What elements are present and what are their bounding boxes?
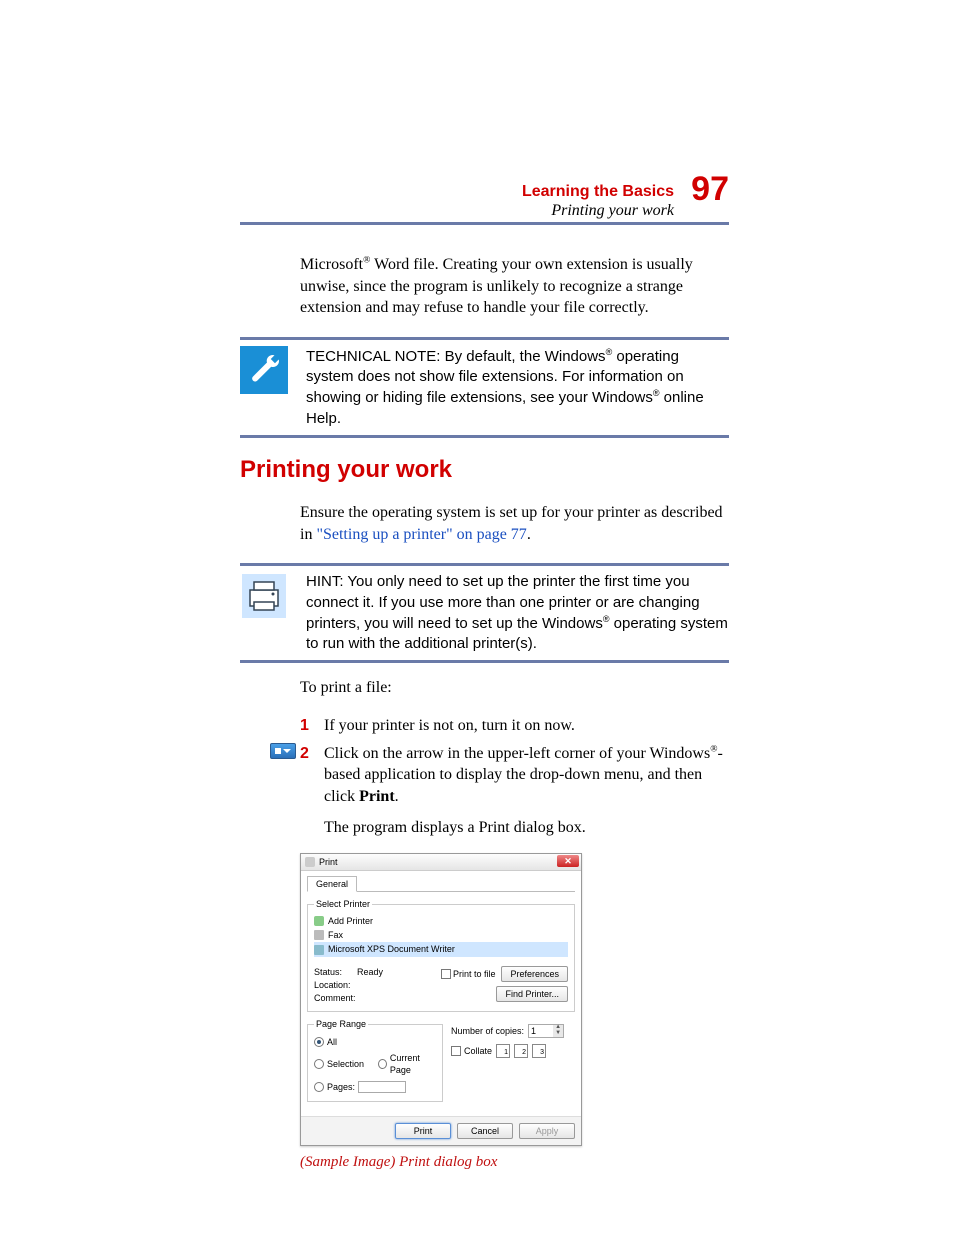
printer-list[interactable]: Add Printer Fax Microsoft XPS Document W…: [314, 914, 568, 956]
radio-icon: [378, 1059, 387, 1069]
ensure-paragraph: Ensure the operating system is set up fo…: [300, 502, 729, 545]
wrench-icon: [240, 346, 288, 429]
text: Click on the arrow in the upper-left cor…: [324, 745, 710, 762]
status-value: Ready: [357, 967, 383, 977]
note-text: TECHNICAL NOTE: By default, the Windows ®…: [306, 346, 729, 429]
step-text: Click on the arrow in the upper-left cor…: [324, 743, 729, 839]
preferences-button[interactable]: Preferences: [501, 966, 568, 982]
page: 97 Learning the Basics Printing your wor…: [0, 0, 954, 1235]
radio-icon: [314, 1082, 324, 1092]
cross-reference-link[interactable]: "Setting up a printer" on page 77: [316, 526, 526, 543]
note-rule-bottom: [240, 435, 729, 438]
step-number: 2: [300, 743, 314, 839]
close-icon[interactable]: ✕: [557, 855, 579, 867]
page-number: 97: [691, 170, 729, 209]
copies-input[interactable]: [529, 1025, 553, 1037]
printer-title-icon: [305, 857, 315, 867]
list-item[interactable]: Fax: [314, 928, 568, 942]
collate-page-icon: [514, 1044, 528, 1058]
spinner-down-icon[interactable]: ▼: [553, 1031, 563, 1037]
copies-label: Number of copies:: [451, 1025, 524, 1037]
registered-mark: ®: [653, 388, 660, 398]
step-number: 1: [300, 715, 314, 737]
print-dialog: Print ✕ General Select Printer Add Print…: [300, 853, 582, 1146]
radio-label: Current Page: [390, 1052, 436, 1076]
dialog-titlebar: Print ✕: [301, 854, 581, 871]
technical-note: TECHNICAL NOTE: By default, the Windows ®…: [240, 346, 729, 429]
collate-checkbox[interactable]: [451, 1046, 461, 1056]
radio-pages[interactable]: Pages:: [314, 1081, 436, 1093]
radio-label: Pages:: [327, 1081, 355, 1093]
text: Microsoft XPS Document Writer: [328, 943, 455, 955]
section-subtitle: Printing your work: [522, 201, 674, 220]
list-item-selected[interactable]: Microsoft XPS Document Writer: [314, 942, 568, 956]
status-column: Status: Ready Location: Comment:: [314, 965, 441, 1005]
note-label: TECHNICAL NOTE:: [306, 348, 440, 365]
text: Fax: [328, 929, 343, 941]
comment-label: Comment:: [314, 992, 441, 1004]
radio-label: Selection: [327, 1058, 364, 1070]
select-printer-group: Select Printer Add Printer Fax Microsoft…: [307, 898, 575, 1012]
location-label: Location:: [314, 979, 441, 991]
radio-icon: [314, 1059, 324, 1069]
xps-icon: [314, 945, 324, 955]
dialog-button-row: Print Cancel Apply: [301, 1116, 581, 1145]
step-followup: The program displays a Print dialog box.: [324, 817, 729, 839]
radio-selection[interactable]: Selection: [314, 1052, 364, 1076]
printer-icon: [240, 572, 288, 620]
cancel-button[interactable]: Cancel: [457, 1123, 513, 1139]
hint-note: HINT: You only need to set up the printe…: [240, 572, 729, 654]
print-dialog-sample: Print ✕ General Select Printer Add Print…: [300, 853, 580, 1146]
text: Microsoft: [300, 256, 363, 273]
hint-label: HINT:: [306, 573, 344, 590]
collate-page-icon: [496, 1044, 510, 1058]
print-button[interactable]: Print: [395, 1123, 451, 1139]
copies-spinner[interactable]: ▲▼: [528, 1024, 564, 1038]
radio-label: All: [327, 1036, 337, 1048]
print-to-file-checkbox[interactable]: [441, 969, 451, 979]
status-label: Status:: [314, 967, 342, 977]
text: .: [527, 526, 531, 543]
running-header: Learning the Basics Printing your work: [522, 182, 674, 220]
hint-rule-bottom: [240, 660, 729, 663]
tab-strip: General: [307, 875, 575, 892]
page-range-group: Page Range All Selection Current Page Pa…: [307, 1018, 443, 1102]
group-label: Page Range: [314, 1018, 368, 1030]
add-printer-icon: [314, 916, 324, 926]
note-rule-top: [240, 337, 729, 340]
list-item[interactable]: Add Printer: [314, 914, 568, 928]
bold-term: Print: [359, 788, 395, 805]
step-text: If your printer is not on, turn it on no…: [324, 715, 729, 737]
collate-icon: [496, 1044, 546, 1058]
collate-page-icon: [532, 1044, 546, 1058]
to-print-label: To print a file:: [300, 677, 729, 699]
office-button-icon: [270, 743, 296, 759]
hint-rule-top: [240, 563, 729, 566]
print-to-file-label: Print to file: [453, 968, 496, 980]
collate-label: Collate: [464, 1045, 492, 1057]
header-rule: [240, 222, 729, 225]
group-label: Select Printer: [314, 898, 372, 910]
dialog-title: Print: [319, 856, 338, 868]
fax-icon: [314, 930, 324, 940]
hint-text: HINT: You only need to set up the printe…: [306, 572, 729, 654]
chapter-title: Learning the Basics: [522, 182, 674, 201]
apply-button[interactable]: Apply: [519, 1123, 575, 1139]
pages-input[interactable]: [358, 1081, 406, 1093]
intro-paragraph: Microsoft® Word file. Creating your own …: [300, 254, 729, 319]
radio-icon: [314, 1037, 324, 1047]
step-1: 1 If your printer is not on, turn it on …: [300, 715, 729, 737]
radio-current-page[interactable]: Current Page: [378, 1052, 436, 1076]
figure-caption: (Sample Image) Print dialog box: [300, 1152, 729, 1172]
find-printer-button[interactable]: Find Printer...: [496, 986, 568, 1002]
text: .: [395, 788, 399, 805]
text: Add Printer: [328, 915, 373, 927]
step-2: 2 Click on the arrow in the upper-left c…: [300, 743, 729, 839]
tab-general[interactable]: General: [307, 876, 357, 892]
section-heading: Printing your work: [240, 454, 729, 486]
radio-all[interactable]: All: [314, 1036, 436, 1048]
text: By default, the Windows: [440, 348, 605, 365]
